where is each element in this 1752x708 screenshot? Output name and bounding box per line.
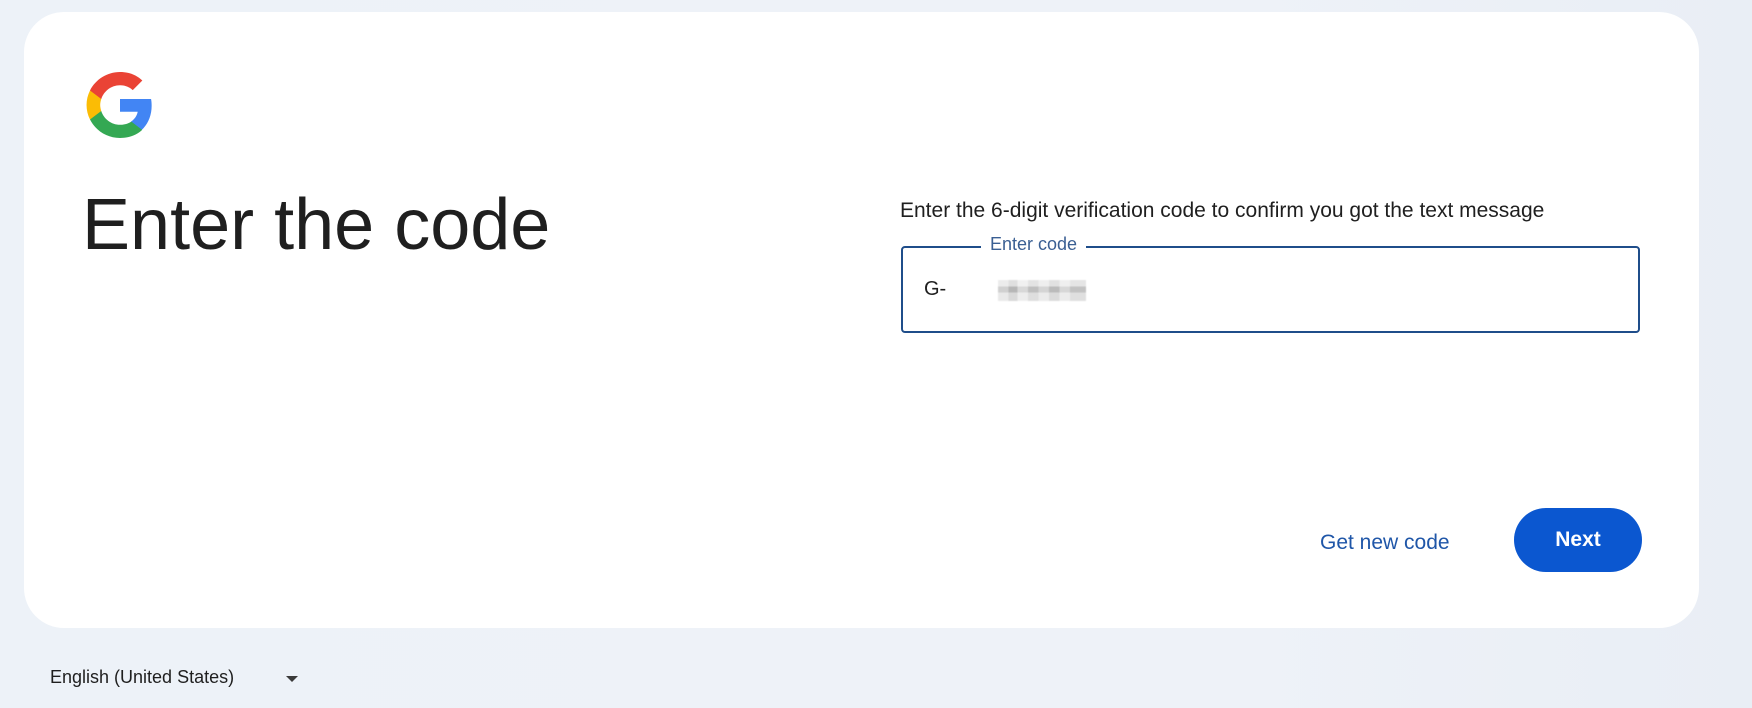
verification-instructions: Enter the 6-digit verification code to c… [900, 199, 1545, 222]
language-selector[interactable]: English (United States) [50, 667, 299, 688]
code-field-label: Enter code [981, 234, 1087, 255]
language-label: English (United States) [50, 667, 235, 687]
page-background: Enter the code Enter the 6-digit verific… [0, 0, 1752, 708]
redacted-code-value [998, 280, 1086, 301]
verification-card: Enter the code Enter the 6-digit verific… [24, 12, 1699, 628]
code-prefix: G- [924, 278, 947, 300]
google-g-icon [84, 69, 156, 141]
get-new-code-button[interactable]: Get new code [1304, 519, 1466, 567]
caret-down-icon [286, 675, 299, 682]
page-title: Enter the code [82, 185, 551, 265]
code-field[interactable]: Enter code G- [901, 234, 1640, 333]
next-button[interactable]: Next [1514, 508, 1642, 572]
